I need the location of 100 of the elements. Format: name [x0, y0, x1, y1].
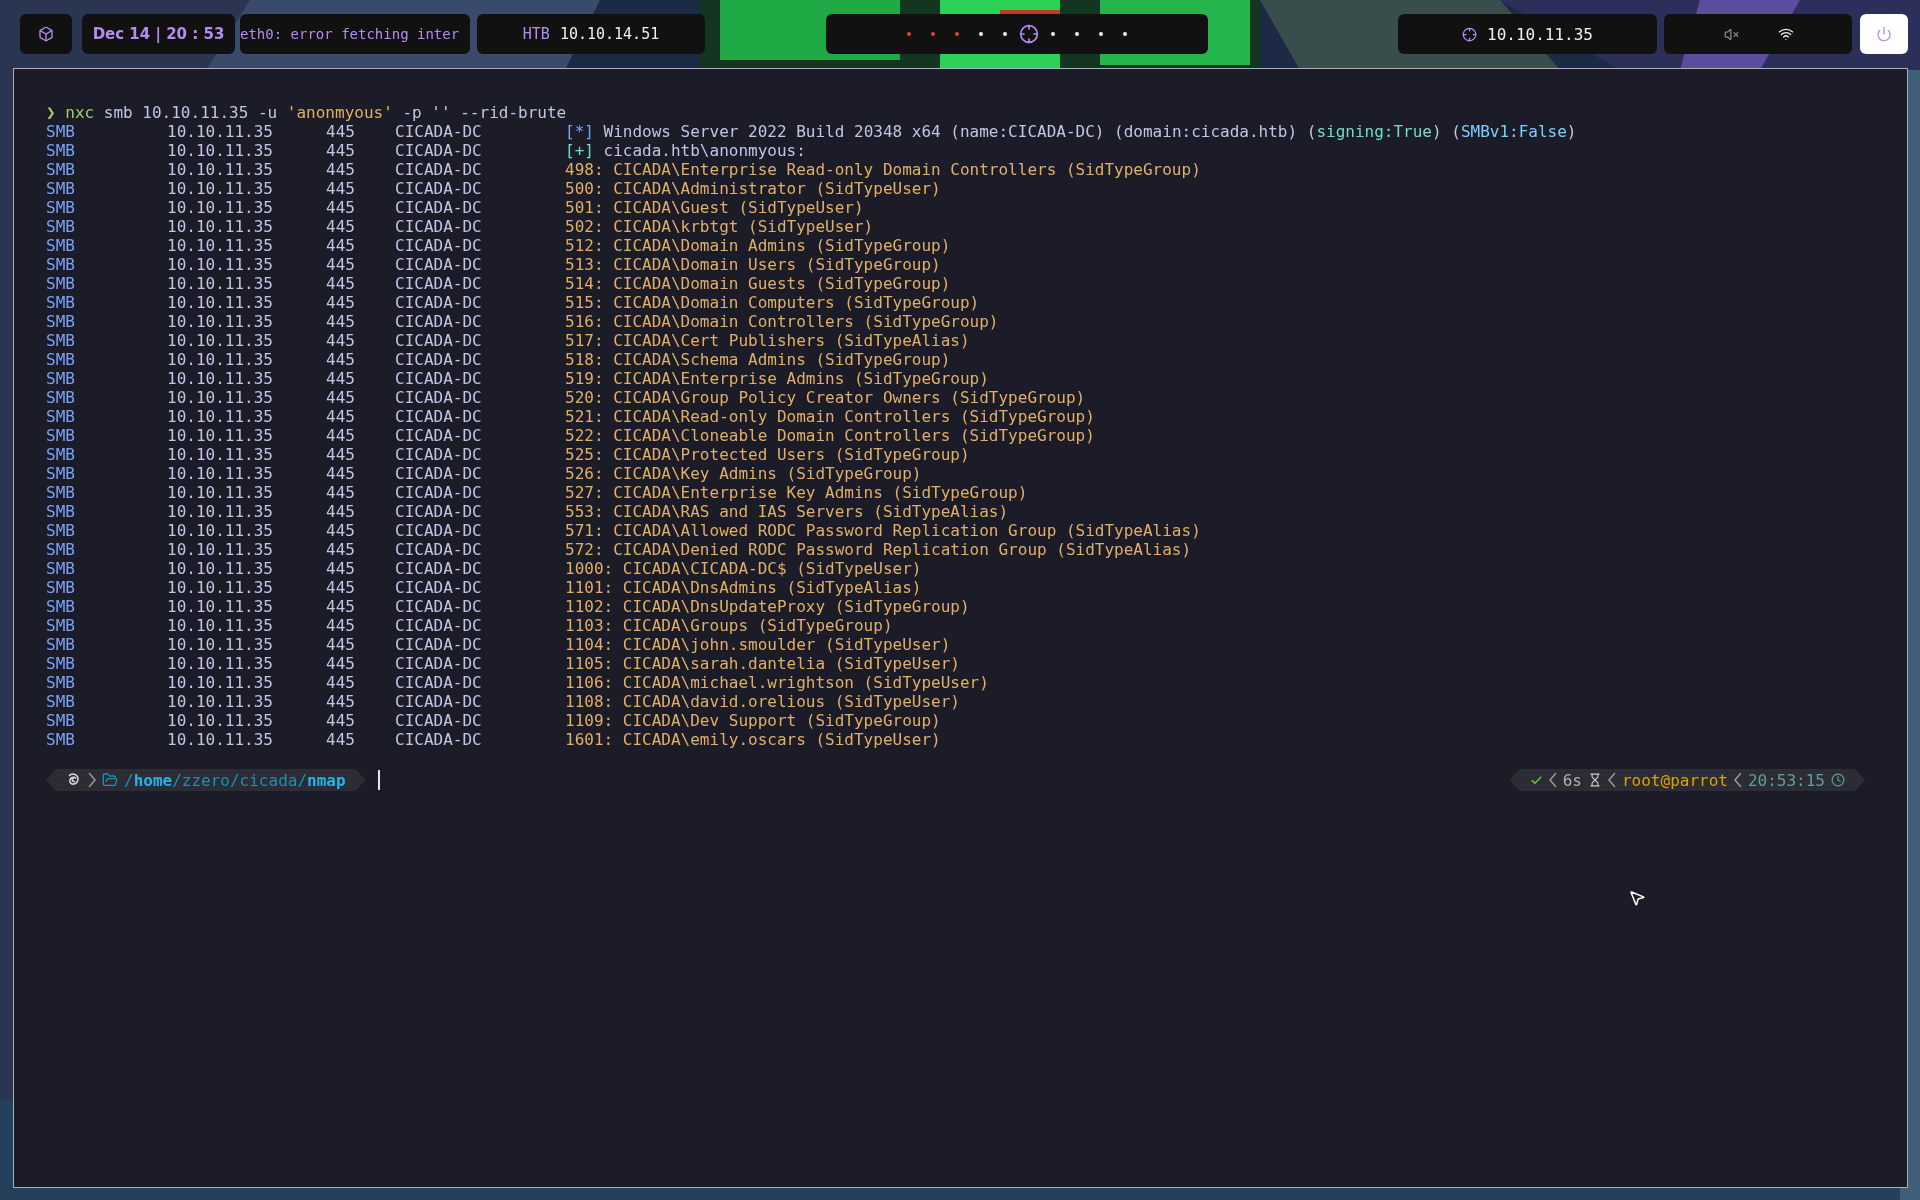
- clock-icon: [1831, 773, 1845, 787]
- message-cell-text: 572: CICADA\Denied RODC Password Replication Group (SidTypeAlias): [565, 540, 1193, 559]
- host-cell-text: 10.10.11.35: [167, 122, 274, 141]
- message-cell-text: 1102: CICADA\DnsUpdateProxy (SidTypeGroup): [565, 597, 971, 616]
- protocol-cell-text: SMB: [46, 255, 76, 274]
- hostname-cell-text: CICADA-DC: [395, 559, 483, 578]
- protocol-cell-text: SMB: [46, 274, 76, 293]
- port-cell-text: 445: [326, 293, 356, 312]
- host-cell-text: 10.10.11.35: [167, 654, 274, 673]
- hostname-cell-text: CICADA-DC: [395, 730, 483, 749]
- host-cell-text: 10.10.11.35: [167, 578, 274, 597]
- message-cell-text: [+] cicada.htb\anonmyous:: [565, 141, 807, 160]
- host-cell-text: 10.10.11.35: [167, 559, 274, 578]
- protocol-cell-text: SMB: [46, 635, 76, 654]
- port-cell-text: 445: [326, 160, 356, 179]
- hostname-cell-text: CICADA-DC: [395, 616, 483, 635]
- port-cell-text: 445: [326, 464, 356, 483]
- port-cell-text: 445: [326, 255, 356, 274]
- protocol-cell-text: SMB: [46, 312, 76, 331]
- workspace-button[interactable]: [1017, 22, 1041, 46]
- port-cell-text: 445: [326, 540, 356, 559]
- hostname-cell-text: CICADA-DC: [395, 445, 483, 464]
- message-cell-text: 512: CICADA\Domain Admins (SidTypeGroup): [565, 236, 952, 255]
- port-cell-text: 445: [326, 711, 356, 730]
- message-cell-text: 514: CICADA\Domain Guests (SidTypeGroup): [565, 274, 952, 293]
- host-cell-text: 10.10.11.35: [167, 464, 274, 483]
- port-cell-text: 445: [326, 654, 356, 673]
- mouse-pointer-icon: [1628, 889, 1646, 907]
- clock-text: Dec 14 | 20 : 53: [92, 25, 225, 43]
- cube-icon: [38, 26, 54, 42]
- message-cell-text: 1108: CICADA\david.orelious (SidTypeUser): [565, 692, 961, 711]
- message-cell-text: 1103: CICADA\Groups (SidTypeGroup): [565, 616, 894, 635]
- message-cell-text: 1104: CICADA\john.smoulder (SidTypeUser): [565, 635, 952, 654]
- host-cell-text: 10.10.11.35: [167, 521, 274, 540]
- port-cell-text: 445: [326, 692, 356, 711]
- port-cell-text: 445: [326, 445, 356, 464]
- message-cell-text: 1106: CICADA\michael.wrightson (SidTypeUser): [565, 673, 990, 692]
- launcher-button[interactable]: [20, 14, 72, 54]
- port-cell-text: 445: [326, 217, 356, 236]
- host-cell-text: 10.10.11.35: [167, 350, 274, 369]
- host-cell-text: 10.10.11.35: [167, 160, 274, 179]
- message-cell-text: 1105: CICADA\sarah.dantelia (SidTypeUser): [565, 654, 961, 673]
- chevron-icon: [1548, 772, 1557, 788]
- port-cell-text: 445: [326, 673, 356, 692]
- message-cell-text: 502: CICADA\krbtgt (SidTypeUser): [565, 217, 875, 236]
- port-cell-text: 445: [326, 502, 356, 521]
- message-cell-text: 1601: CICADA\emily.oscars (SidTypeUser): [565, 730, 942, 749]
- time-text: 20:53:15: [1747, 770, 1825, 790]
- message-cell-text: 498: CICADA\Enterprise Read-only Domain Controllers (SidTypeGroup): [565, 160, 1202, 179]
- hostname-cell-text: CICADA-DC: [395, 464, 483, 483]
- protocol-cell-text: SMB: [46, 388, 76, 407]
- host-cell-text: 10.10.11.35: [167, 445, 274, 464]
- power-button[interactable]: [1860, 14, 1908, 54]
- network-status-text: eth0: error fetching inter: [240, 26, 460, 42]
- host-cell-text: 10.10.11.35: [167, 388, 274, 407]
- hostname-cell-text: CICADA-DC: [395, 540, 483, 559]
- host-cell-text: 10.10.11.35: [167, 711, 274, 730]
- path-text: /home/zzero/cicada/nmap: [124, 770, 346, 790]
- hostname-cell-text: CICADA-DC: [395, 426, 483, 445]
- host-cell-text: 10.10.11.35: [167, 274, 274, 293]
- message-cell-text: 520: CICADA\Group Policy Creator Owners (SidTypeGroup): [565, 388, 1087, 407]
- host-cell-text: 10.10.11.35: [167, 369, 274, 388]
- hostname-cell-text: CICADA-DC: [395, 331, 483, 350]
- hostname-cell-text: CICADA-DC: [395, 217, 483, 236]
- message-cell-text: 500: CICADA\Administrator (SidTypeUser): [565, 179, 942, 198]
- user-host-text: root@parrot: [1621, 770, 1728, 790]
- message-cell-text: 519: CICADA\Enterprise Admins (SidTypeGroup): [565, 369, 990, 388]
- host-cell-text: 10.10.11.35: [167, 502, 274, 521]
- host-cell-text: 10.10.11.35: [167, 331, 274, 350]
- port-cell-text: 445: [326, 198, 356, 217]
- folder-icon: [102, 772, 118, 788]
- hostname-cell-text: CICADA-DC: [395, 293, 483, 312]
- host-cell-text: 10.10.11.35: [167, 540, 274, 559]
- protocol-cell-text: SMB: [46, 236, 76, 255]
- hostname-cell-text: CICADA-DC: [395, 597, 483, 616]
- protocol-cell-text: SMB: [46, 616, 76, 635]
- hostname-cell-text: CICADA-DC: [395, 141, 483, 160]
- port-cell-text: 445: [326, 616, 356, 635]
- command-line: ❯ nxc smb 10.10.11.35 -u 'anonmyous' -p '' --rid-brute: [46, 103, 568, 122]
- port-cell-text: 445: [326, 122, 356, 141]
- message-cell-text: 521: CICADA\Read-only Domain Controllers (SidTypeGroup): [565, 407, 1096, 426]
- hostname-cell-text: CICADA-DC: [395, 407, 483, 426]
- chevron-icon: [88, 772, 96, 788]
- host-cell-text: 10.10.11.35: [167, 616, 274, 635]
- text-cursor: [377, 770, 380, 790]
- host-cell-text: 10.10.11.35: [167, 635, 274, 654]
- message-cell-text: 525: CICADA\Protected Users (SidTypeGroup): [565, 445, 971, 464]
- hostname-cell-text: CICADA-DC: [395, 122, 483, 141]
- message-cell-text: 522: CICADA\Cloneable Domain Controllers (SidTypeGroup): [565, 426, 1096, 445]
- host-cell-text: 10.10.11.35: [167, 293, 274, 312]
- protocol-cell-text: SMB: [46, 331, 76, 350]
- message-cell-text: 501: CICADA\Guest (SidTypeUser): [565, 198, 865, 217]
- port-cell-text: 445: [326, 141, 356, 160]
- protocol-cell-text: SMB: [46, 293, 76, 312]
- host-cell-text: 10.10.11.35: [167, 597, 274, 616]
- hostname-cell-text: CICADA-DC: [395, 483, 483, 502]
- protocol-cell-text: SMB: [46, 122, 76, 141]
- protocol-cell-text: SMB: [46, 445, 76, 464]
- chevron-icon: [1607, 772, 1616, 788]
- host-cell-text: 10.10.11.35: [167, 217, 274, 236]
